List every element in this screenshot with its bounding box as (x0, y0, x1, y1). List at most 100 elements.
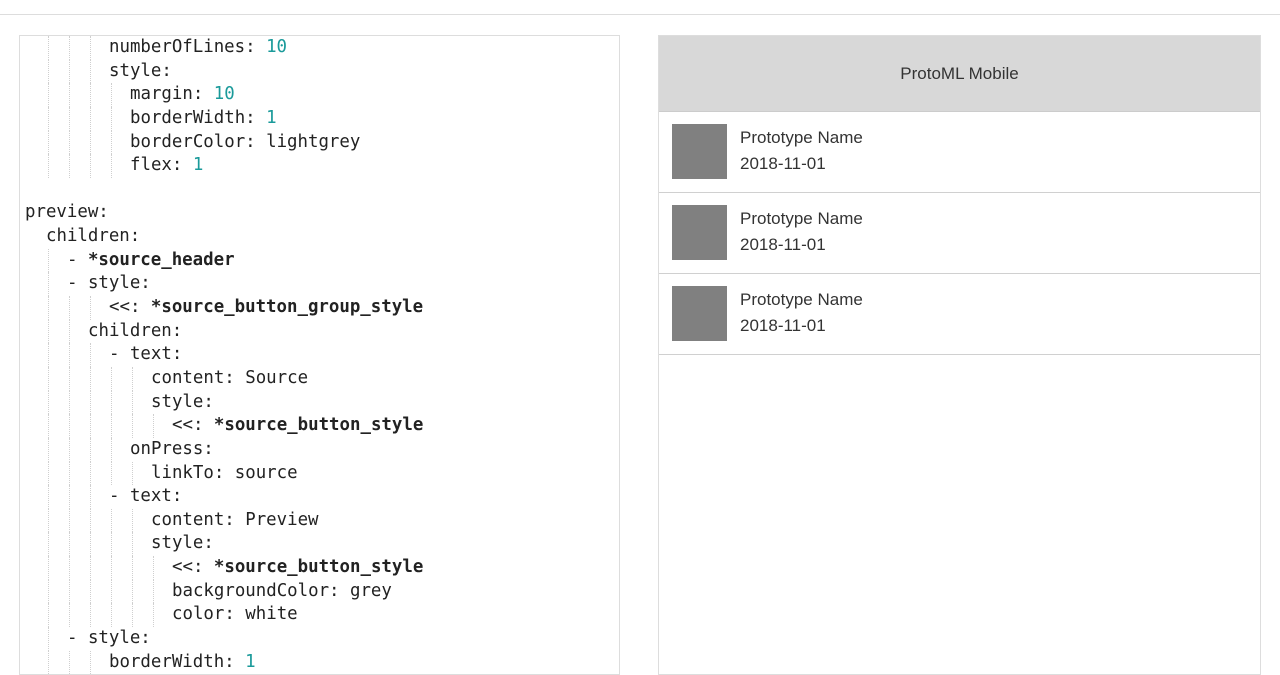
code-alias: *source_button_style (213, 557, 424, 578)
indent-guide (132, 366, 133, 391)
code-text: <<: *source_button_style (172, 556, 423, 580)
code-text: - text: (109, 485, 182, 509)
indent-guide (69, 59, 70, 84)
code-token: style: (151, 533, 214, 554)
indent-guide (48, 272, 49, 297)
indent-guide (90, 154, 91, 178)
item-name: Prototype Name (740, 290, 863, 309)
code-text: preview: (25, 201, 109, 225)
code-token: - style: (67, 273, 151, 294)
indent-guide (90, 650, 91, 674)
indent-guide (111, 532, 112, 557)
list-item[interactable]: Prototype Name 2018-11-01 (659, 112, 1260, 193)
indent-guide (48, 532, 49, 557)
indent-guide (48, 650, 49, 674)
code-token: flex: (130, 155, 193, 176)
indent-guide (111, 130, 112, 155)
indent-guide (69, 106, 70, 131)
indent-guide (48, 36, 49, 60)
code-text: margin: 10 (130, 83, 235, 107)
preview-title: ProtoML Mobile (900, 63, 1019, 83)
code-text: flex: 1 (130, 154, 203, 178)
indent-guide (132, 461, 133, 486)
code-text: borderWidth: 1 (109, 651, 256, 674)
indent-guide (48, 83, 49, 107)
indent-guide (48, 59, 49, 84)
indent-guide (48, 461, 49, 486)
indent-guide (111, 154, 112, 178)
code-text: backgroundColor: grey (172, 580, 392, 604)
code-text: - *source_header (67, 249, 235, 273)
indent-guide (48, 366, 49, 391)
indent-guide (69, 437, 70, 462)
code-text: <<: *source_button_group_style (109, 296, 423, 320)
code-text: - style: (67, 272, 151, 296)
code-text: style: (151, 391, 214, 415)
indent-guide (69, 36, 70, 60)
indent-guide (132, 579, 133, 604)
indent-guide (111, 106, 112, 131)
list-item[interactable]: Prototype Name 2018-11-01 (659, 193, 1260, 274)
indent-guide (69, 556, 70, 580)
indent-guide (111, 603, 112, 628)
indent-guide (132, 508, 133, 533)
indent-guide (90, 461, 91, 486)
code-editor[interactable]: numberOfLines: 10 style: margin: 10 borderW… (19, 35, 620, 675)
code-token: style: (109, 60, 172, 81)
indent-guide (48, 154, 49, 178)
code-text: borderColor: lightgrey (130, 131, 360, 155)
indent-guide (90, 296, 91, 320)
indent-guide (90, 437, 91, 462)
preview-header: ProtoML Mobile (659, 36, 1260, 112)
code-token: onPress: (130, 438, 214, 459)
code-number: 1 (266, 107, 277, 128)
indent-guide (111, 461, 112, 486)
code-alias: *source_button_group_style (150, 297, 424, 318)
indent-guide (90, 366, 91, 391)
code-token: - text: (109, 344, 183, 365)
indent-guide (153, 579, 154, 604)
indent-guide (111, 579, 112, 604)
indent-guide (48, 106, 49, 131)
code-number: 1 (245, 651, 256, 672)
indent-guide (111, 414, 112, 438)
list-item[interactable]: Prototype Name 2018-11-01 (659, 274, 1260, 355)
code-text: numberOfLines: 10 (109, 36, 287, 60)
code-token: borderWidth: (130, 107, 267, 128)
indent-guide (69, 414, 70, 438)
code-number: 10 (266, 37, 288, 57)
code-token: color: white (172, 604, 298, 625)
thumbnail-image (672, 286, 727, 341)
indent-guide (111, 508, 112, 533)
indent-guide (153, 414, 154, 438)
item-date: 2018-11-01 (740, 235, 826, 254)
code-alias: *source_button_style (213, 415, 424, 436)
code-text: content: Source (151, 367, 308, 391)
indent-guide (153, 556, 154, 580)
indent-guide (69, 366, 70, 391)
indent-guide (48, 556, 49, 580)
code-token: - (67, 249, 88, 270)
indent-guide (69, 603, 70, 628)
indent-guide (48, 319, 49, 344)
indent-guide (69, 83, 70, 107)
indent-guide (90, 508, 91, 533)
indent-guide (69, 130, 70, 155)
indent-guide (69, 579, 70, 604)
indent-guide (90, 603, 91, 628)
indent-guide (48, 485, 49, 509)
code-token: children: (46, 226, 141, 247)
code-token: content: Preview (151, 509, 319, 530)
code-token: numberOfLines: (109, 37, 267, 57)
code-text: children: (88, 320, 182, 344)
indent-guide (90, 556, 91, 580)
code-text: - text: (109, 343, 182, 367)
code-token: linkTo: source (151, 462, 298, 483)
code-text: <<: *source_button_style (172, 414, 423, 438)
indent-guide (48, 248, 49, 273)
indent-guide (48, 296, 49, 320)
code-token: backgroundColor: grey (172, 580, 392, 601)
indent-guide (90, 106, 91, 131)
code-token: children: (88, 320, 183, 341)
indent-guide (69, 319, 70, 344)
